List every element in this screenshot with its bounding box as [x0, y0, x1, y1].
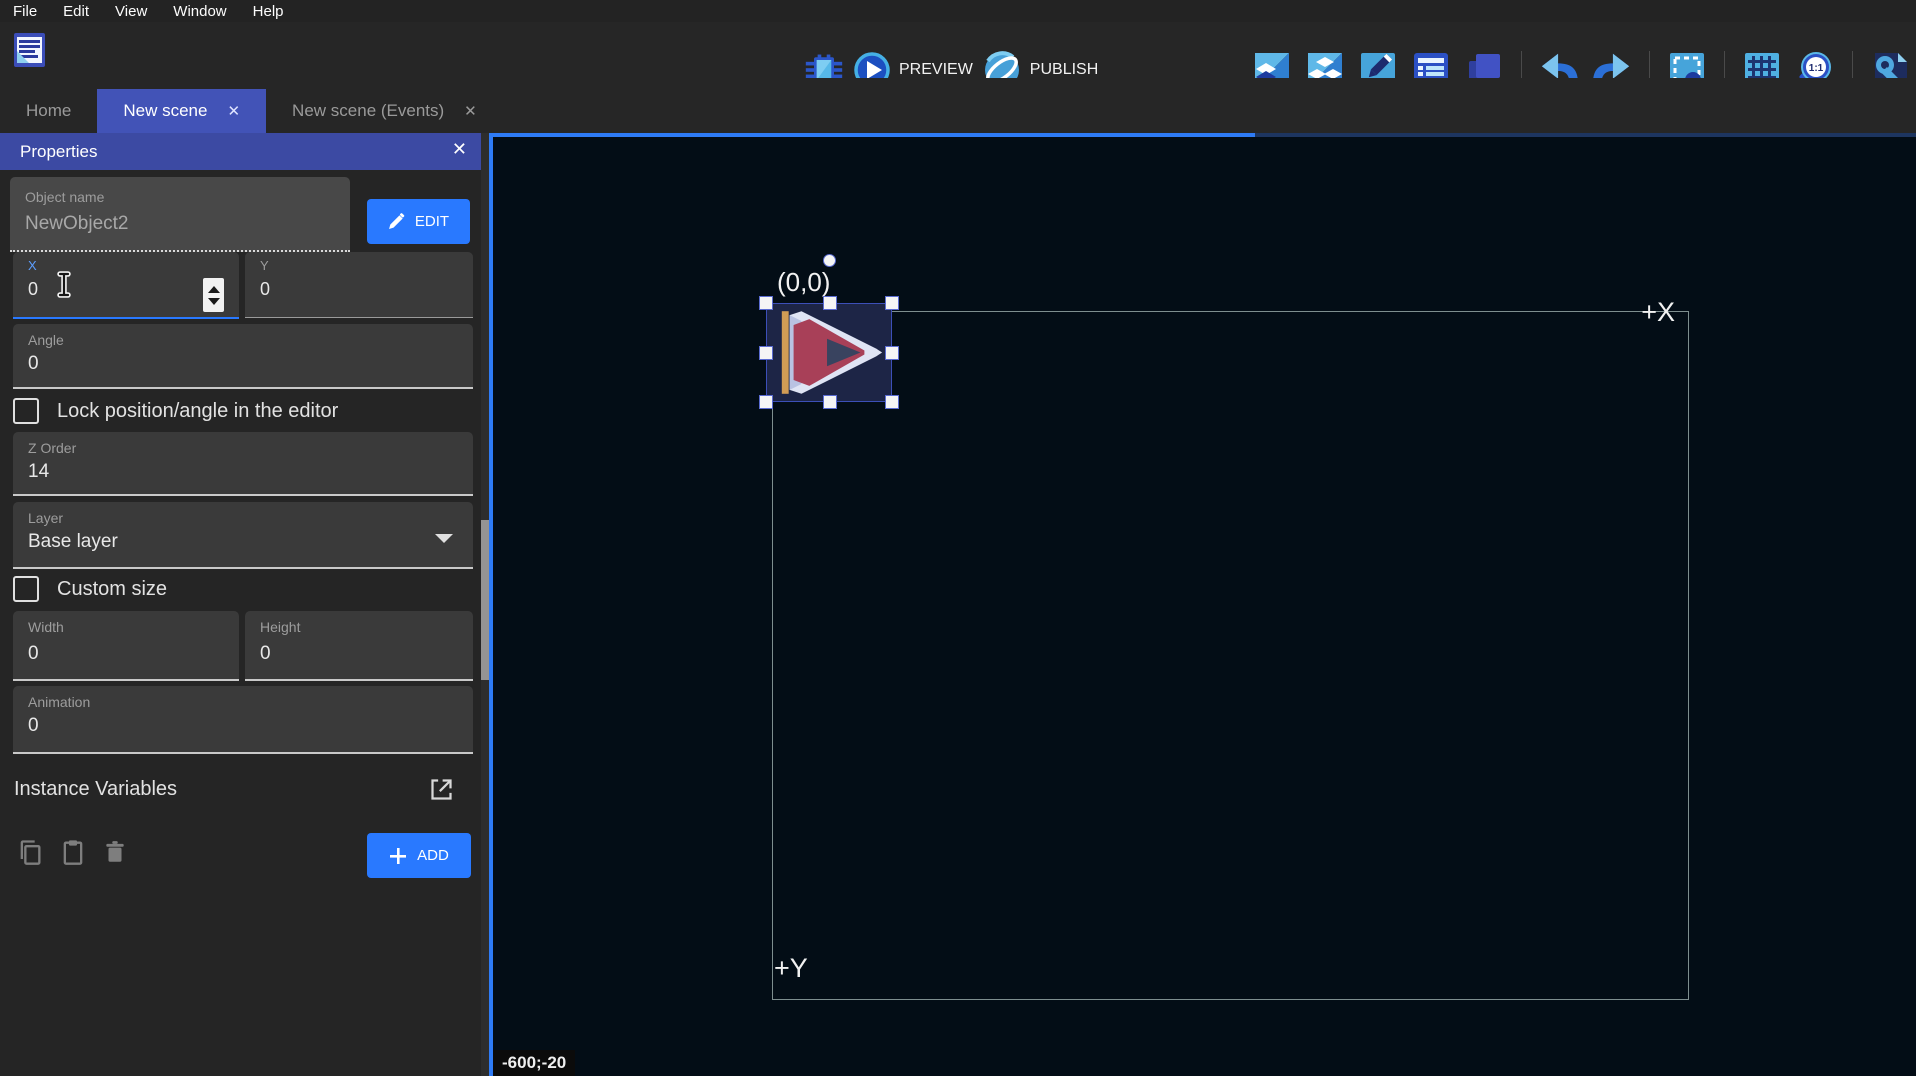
menu-window[interactable]: Window	[160, 3, 239, 20]
tab-home[interactable]: Home	[0, 89, 97, 133]
tab-new-scene-events-label: New scene (Events)	[292, 101, 444, 121]
project-manager-icon	[9, 31, 47, 69]
tab-new-scene-events[interactable]: New scene (Events) ✕	[266, 89, 503, 133]
editor-tab-bar: Home New scene ✕ New scene (Events) ✕	[0, 78, 1916, 133]
resize-handle-sw[interactable]	[759, 395, 773, 409]
angle-field-value: 0	[28, 353, 39, 375]
preview-label: PREVIEW	[899, 61, 973, 79]
width-label: Width	[28, 619, 64, 635]
object-name-value: NewObject2	[25, 213, 129, 235]
publish-label: PUBLISH	[1030, 61, 1098, 79]
gdevelop-window: File Edit View Window Help	[0, 0, 1916, 1076]
spinner-down-icon[interactable]	[208, 298, 220, 305]
z-order-value: 14	[28, 461, 49, 483]
lock-position-checkbox[interactable]	[13, 398, 39, 424]
main-toolbar: PREVIEW PUBLISH	[0, 22, 1916, 78]
resize-handle-n[interactable]	[823, 296, 837, 310]
tab-home-label: Home	[26, 101, 71, 121]
layer-label: Layer	[28, 510, 63, 526]
lock-position-label: Lock position/angle in the editor	[57, 400, 338, 423]
menu-help[interactable]: Help	[240, 3, 297, 20]
resize-handle-se[interactable]	[885, 395, 899, 409]
height-value: 0	[260, 643, 271, 665]
paste-icon[interactable]	[59, 838, 87, 866]
add-button-label: ADD	[417, 847, 449, 864]
y-position-field[interactable]: Y 0	[245, 252, 473, 318]
menu-edit[interactable]: Edit	[50, 3, 102, 20]
layer-value: Base layer	[28, 531, 118, 553]
properties-close-icon[interactable]: ✕	[452, 139, 467, 160]
y-field-value: 0	[260, 279, 270, 300]
z-order-field[interactable]: Z Order 14	[13, 432, 473, 496]
x-field-spinner[interactable]	[203, 278, 224, 312]
custom-size-row: Custom size	[13, 576, 167, 602]
object-name-field[interactable]: Object name NewObject2	[10, 177, 350, 252]
selection-highlight	[766, 303, 892, 402]
angle-field[interactable]: Angle 0	[13, 324, 473, 389]
properties-panel-header: Properties ✕	[0, 133, 481, 170]
plus-icon	[389, 847, 407, 865]
copy-icon[interactable]	[16, 838, 44, 866]
spinner-up-icon[interactable]	[208, 286, 220, 293]
properties-scrollbar[interactable]	[481, 133, 489, 1076]
menu-file[interactable]: File	[0, 3, 50, 20]
x-field-value: 0	[28, 279, 38, 300]
height-label: Height	[260, 619, 300, 635]
project-manager-button[interactable]	[8, 30, 48, 70]
width-field[interactable]: Width 0	[13, 611, 239, 681]
object-name-label: Object name	[25, 189, 104, 205]
resize-handle-w[interactable]	[759, 346, 773, 360]
scrollbar-thumb[interactable]	[481, 520, 489, 680]
rotation-handle[interactable]	[823, 254, 836, 267]
custom-size-checkbox[interactable]	[13, 576, 39, 602]
tab-new-scene-label: New scene	[123, 101, 207, 121]
menu-view[interactable]: View	[102, 3, 160, 20]
edit-object-button[interactable]: EDIT	[367, 199, 470, 244]
chevron-down-icon[interactable]	[435, 534, 453, 543]
add-variable-button[interactable]: ADD	[367, 833, 471, 878]
open-in-new-icon	[428, 776, 455, 803]
x-position-field[interactable]: X 0	[13, 252, 239, 319]
custom-size-label: Custom size	[57, 578, 167, 601]
angle-field-label: Angle	[28, 332, 64, 348]
menu-bar: File Edit View Window Help	[0, 0, 1916, 22]
tab-close-icon[interactable]: ✕	[227, 104, 240, 119]
tab-new-scene[interactable]: New scene ✕	[97, 89, 266, 133]
x-axis-label: +X	[1611, 297, 1675, 328]
variables-toolbar	[16, 838, 128, 866]
resize-handle-s[interactable]	[823, 395, 837, 409]
spaceship-sprite	[770, 309, 888, 396]
resize-handle-e[interactable]	[885, 346, 899, 360]
trash-icon[interactable]	[102, 838, 128, 866]
layer-select[interactable]: Layer Base layer	[13, 502, 473, 569]
x-field-label: X	[28, 258, 37, 273]
svg-text:1:1: 1:1	[1809, 63, 1824, 74]
edit-button-label: EDIT	[415, 213, 449, 230]
tab-close-icon[interactable]: ✕	[464, 104, 477, 119]
game-window-bounds	[772, 311, 1689, 1000]
resize-handle-nw[interactable]	[759, 296, 773, 310]
animation-label: Animation	[28, 694, 90, 710]
cursor-coordinates-badge: -600;-20	[493, 1050, 575, 1076]
pencil-icon	[388, 213, 405, 230]
scene-canvas[interactable]: (0,0) +X +Y -600;-20	[493, 137, 1916, 1076]
animation-value: 0	[28, 715, 39, 737]
y-axis-label: +Y	[774, 953, 808, 984]
origin-coordinates-label: (0,0)	[777, 267, 830, 298]
properties-panel-title: Properties	[20, 142, 97, 162]
y-field-label: Y	[260, 258, 269, 273]
height-field[interactable]: Height 0	[245, 611, 473, 681]
lock-position-row: Lock position/angle in the editor	[13, 398, 338, 424]
z-order-label: Z Order	[28, 440, 76, 456]
instance-variables-title: Instance Variables	[14, 778, 177, 801]
width-value: 0	[28, 643, 39, 665]
open-variables-editor-button[interactable]	[428, 776, 455, 808]
resize-handle-ne[interactable]	[885, 296, 899, 310]
animation-field[interactable]: Animation 0	[13, 686, 473, 754]
properties-panel: Properties ✕ Object name NewObject2 EDIT…	[0, 133, 481, 1076]
selected-instance[interactable]	[766, 303, 892, 402]
